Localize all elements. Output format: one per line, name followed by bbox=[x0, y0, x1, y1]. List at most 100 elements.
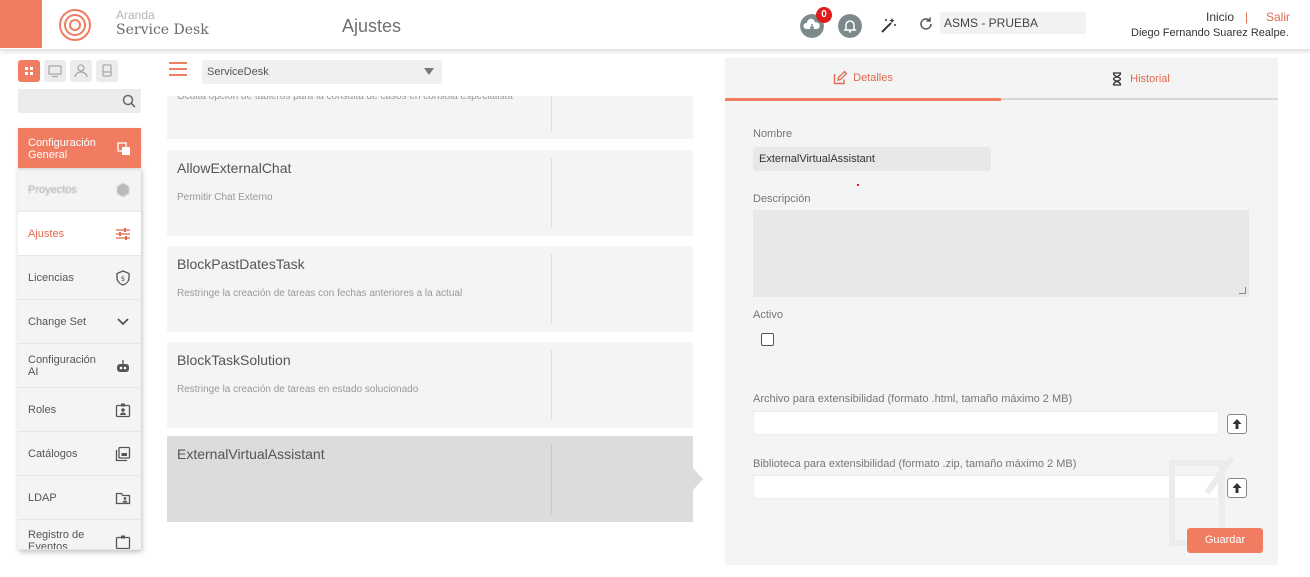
sidebar-menu: Proyectos Ajustes Licencias $ Change Set… bbox=[18, 168, 141, 550]
device-icon bbox=[102, 64, 112, 77]
sidebar-item-proyectos[interactable]: Proyectos bbox=[18, 168, 141, 212]
notification-badge: 0 bbox=[816, 7, 832, 23]
library-input[interactable] bbox=[753, 475, 1219, 499]
required-marker bbox=[857, 184, 859, 186]
sidebar-item-ajustes[interactable]: Ajustes bbox=[18, 212, 141, 256]
robot-icon bbox=[117, 360, 129, 372]
link-separator: | bbox=[1245, 10, 1249, 24]
brand-color-block bbox=[0, 0, 42, 48]
user-settings-icon bbox=[74, 64, 88, 78]
user-name: Diego Fernando Suarez Realpe. bbox=[1131, 27, 1289, 39]
description-label: Descripción bbox=[753, 193, 811, 205]
save-button[interactable]: Guardar bbox=[1187, 528, 1263, 553]
setting-title: ExternalVirtualAssistant bbox=[177, 446, 325, 462]
sidebar-item-label: Catálogos bbox=[28, 447, 78, 460]
copy-stack-icon bbox=[117, 142, 130, 155]
active-checkbox[interactable] bbox=[761, 333, 774, 346]
sidebar-item-label: Change Set bbox=[28, 315, 87, 328]
magic-wand-icon[interactable] bbox=[876, 14, 900, 38]
search-icon[interactable] bbox=[121, 93, 137, 109]
dropdown-caret-icon bbox=[424, 68, 434, 75]
refresh-icon[interactable] bbox=[918, 16, 934, 32]
svg-text:$: $ bbox=[121, 275, 125, 283]
description-textarea[interactable] bbox=[753, 210, 1249, 297]
top-header: Aranda Service Desk Ajustes 0 ASMS - PRU… bbox=[0, 0, 1310, 50]
setting-description: Restringe la creación de tareas con fech… bbox=[177, 288, 463, 299]
selection-pointer bbox=[693, 468, 703, 490]
sidebar-item-label: Registro de Eventos bbox=[28, 529, 85, 550]
file-upload-button[interactable] bbox=[1227, 414, 1247, 434]
home-link[interactable]: Inicio bbox=[1206, 10, 1234, 24]
card-divider bbox=[551, 96, 552, 132]
monitor-view-button[interactable] bbox=[44, 60, 66, 82]
setting-title: BlockPastDatesTask bbox=[177, 256, 305, 272]
sidebar-item-label: Licencias bbox=[28, 271, 74, 284]
card-divider bbox=[551, 158, 552, 228]
sidebar-item-label: Ajustes bbox=[28, 227, 65, 240]
aranda-logo-icon bbox=[59, 9, 91, 41]
tab-detalles[interactable]: Detalles bbox=[725, 58, 1001, 101]
detail-tabs: Detalles Historial bbox=[725, 58, 1278, 101]
device-view-button[interactable] bbox=[96, 60, 118, 82]
brand-line1: Aranda bbox=[116, 8, 155, 22]
detail-panel: Detalles Historial Nombre ExternalVirtua… bbox=[725, 58, 1278, 565]
sidebar-item-ldap[interactable]: LDAP bbox=[18, 476, 141, 520]
card-divider bbox=[551, 350, 552, 420]
resize-grip-icon[interactable] bbox=[1239, 287, 1246, 294]
name-label: Nombre bbox=[753, 128, 793, 140]
tab-label: Historial bbox=[1130, 73, 1170, 85]
card-divider bbox=[551, 254, 552, 324]
hamburger-menu-icon[interactable] bbox=[169, 62, 187, 76]
bell-icon[interactable] bbox=[838, 14, 862, 38]
chevron-down-icon bbox=[117, 318, 129, 326]
page-title: Ajustes bbox=[342, 16, 402, 36]
sliders-icon bbox=[116, 228, 130, 240]
sidebar-item-registro-de-eventos[interactable]: Registro de Eventos bbox=[18, 520, 141, 550]
sidebar-item-change-set[interactable]: Change Set bbox=[18, 300, 141, 344]
monitor-icon bbox=[48, 65, 62, 78]
grid-view-button[interactable] bbox=[18, 60, 40, 82]
brand-name: Aranda Service Desk bbox=[116, 8, 209, 38]
setting-title: BlockTaskSolution bbox=[177, 352, 291, 368]
id-badge-icon bbox=[115, 403, 131, 418]
setting-card[interactable]: AllowExternalChat Permitir Chat Externo bbox=[167, 150, 693, 236]
project-select[interactable]: ServiceDesk bbox=[202, 60, 442, 84]
project-select-value: ServiceDesk bbox=[207, 66, 269, 78]
card-divider bbox=[551, 444, 552, 514]
setting-description: Restringe la creación de tareas en estad… bbox=[177, 384, 419, 395]
setting-description: Oculta opción de tableros para la consul… bbox=[177, 96, 513, 102]
folder-user-icon bbox=[115, 492, 131, 505]
setting-title: AllowExternalChat bbox=[177, 160, 292, 176]
setting-card-selected[interactable]: ExternalVirtualAssistant bbox=[167, 436, 693, 522]
user-view-button[interactable] bbox=[70, 60, 92, 82]
name-field[interactable]: ExternalVirtualAssistant bbox=[753, 147, 991, 171]
grid-icon bbox=[25, 67, 33, 75]
register-icon bbox=[115, 535, 131, 549]
sidebar-group-label: Configuración General bbox=[28, 137, 96, 161]
shield-icon: $ bbox=[116, 270, 130, 286]
environment-selector[interactable]: ASMS - PRUEBA bbox=[940, 12, 1086, 34]
setting-card[interactable]: BlockTaskSolution Restringe la creación … bbox=[167, 342, 693, 428]
brand-line2: Service Desk bbox=[116, 22, 209, 38]
sidebar-item-configuracion-ai[interactable]: Configuración AI bbox=[18, 344, 141, 388]
hourglass-icon bbox=[1112, 72, 1122, 86]
hexagon-icon bbox=[117, 183, 129, 197]
sidebar-item-roles[interactable]: Roles bbox=[18, 388, 141, 432]
sidebar-item-catalogos[interactable]: Catálogos bbox=[18, 432, 141, 476]
tab-historial[interactable]: Historial bbox=[1002, 58, 1278, 100]
sidebar-group-configuracion-general[interactable]: Configuración General bbox=[18, 128, 141, 168]
active-label: Activo bbox=[753, 309, 783, 321]
sidebar-item-licencias[interactable]: Licencias $ bbox=[18, 256, 141, 300]
setting-card[interactable]: BlockPastDatesTask Restringe la creación… bbox=[167, 246, 693, 332]
upload-icon bbox=[1232, 419, 1242, 429]
sidebar-search-input[interactable] bbox=[18, 89, 141, 113]
sidebar-item-label: Roles bbox=[28, 403, 57, 416]
library-label: Biblioteca para extensibilidad (formato … bbox=[753, 458, 1077, 470]
setting-card[interactable]: Oculta opción de tableros para la consul… bbox=[167, 96, 693, 139]
setting-description: Permitir Chat Externo bbox=[177, 192, 273, 203]
logout-link[interactable]: Salir bbox=[1266, 10, 1290, 24]
catalog-icon bbox=[115, 446, 131, 462]
file-input[interactable] bbox=[753, 411, 1219, 435]
tab-label: Detalles bbox=[853, 72, 893, 84]
sidebar-item-label: Proyectos bbox=[28, 183, 77, 196]
